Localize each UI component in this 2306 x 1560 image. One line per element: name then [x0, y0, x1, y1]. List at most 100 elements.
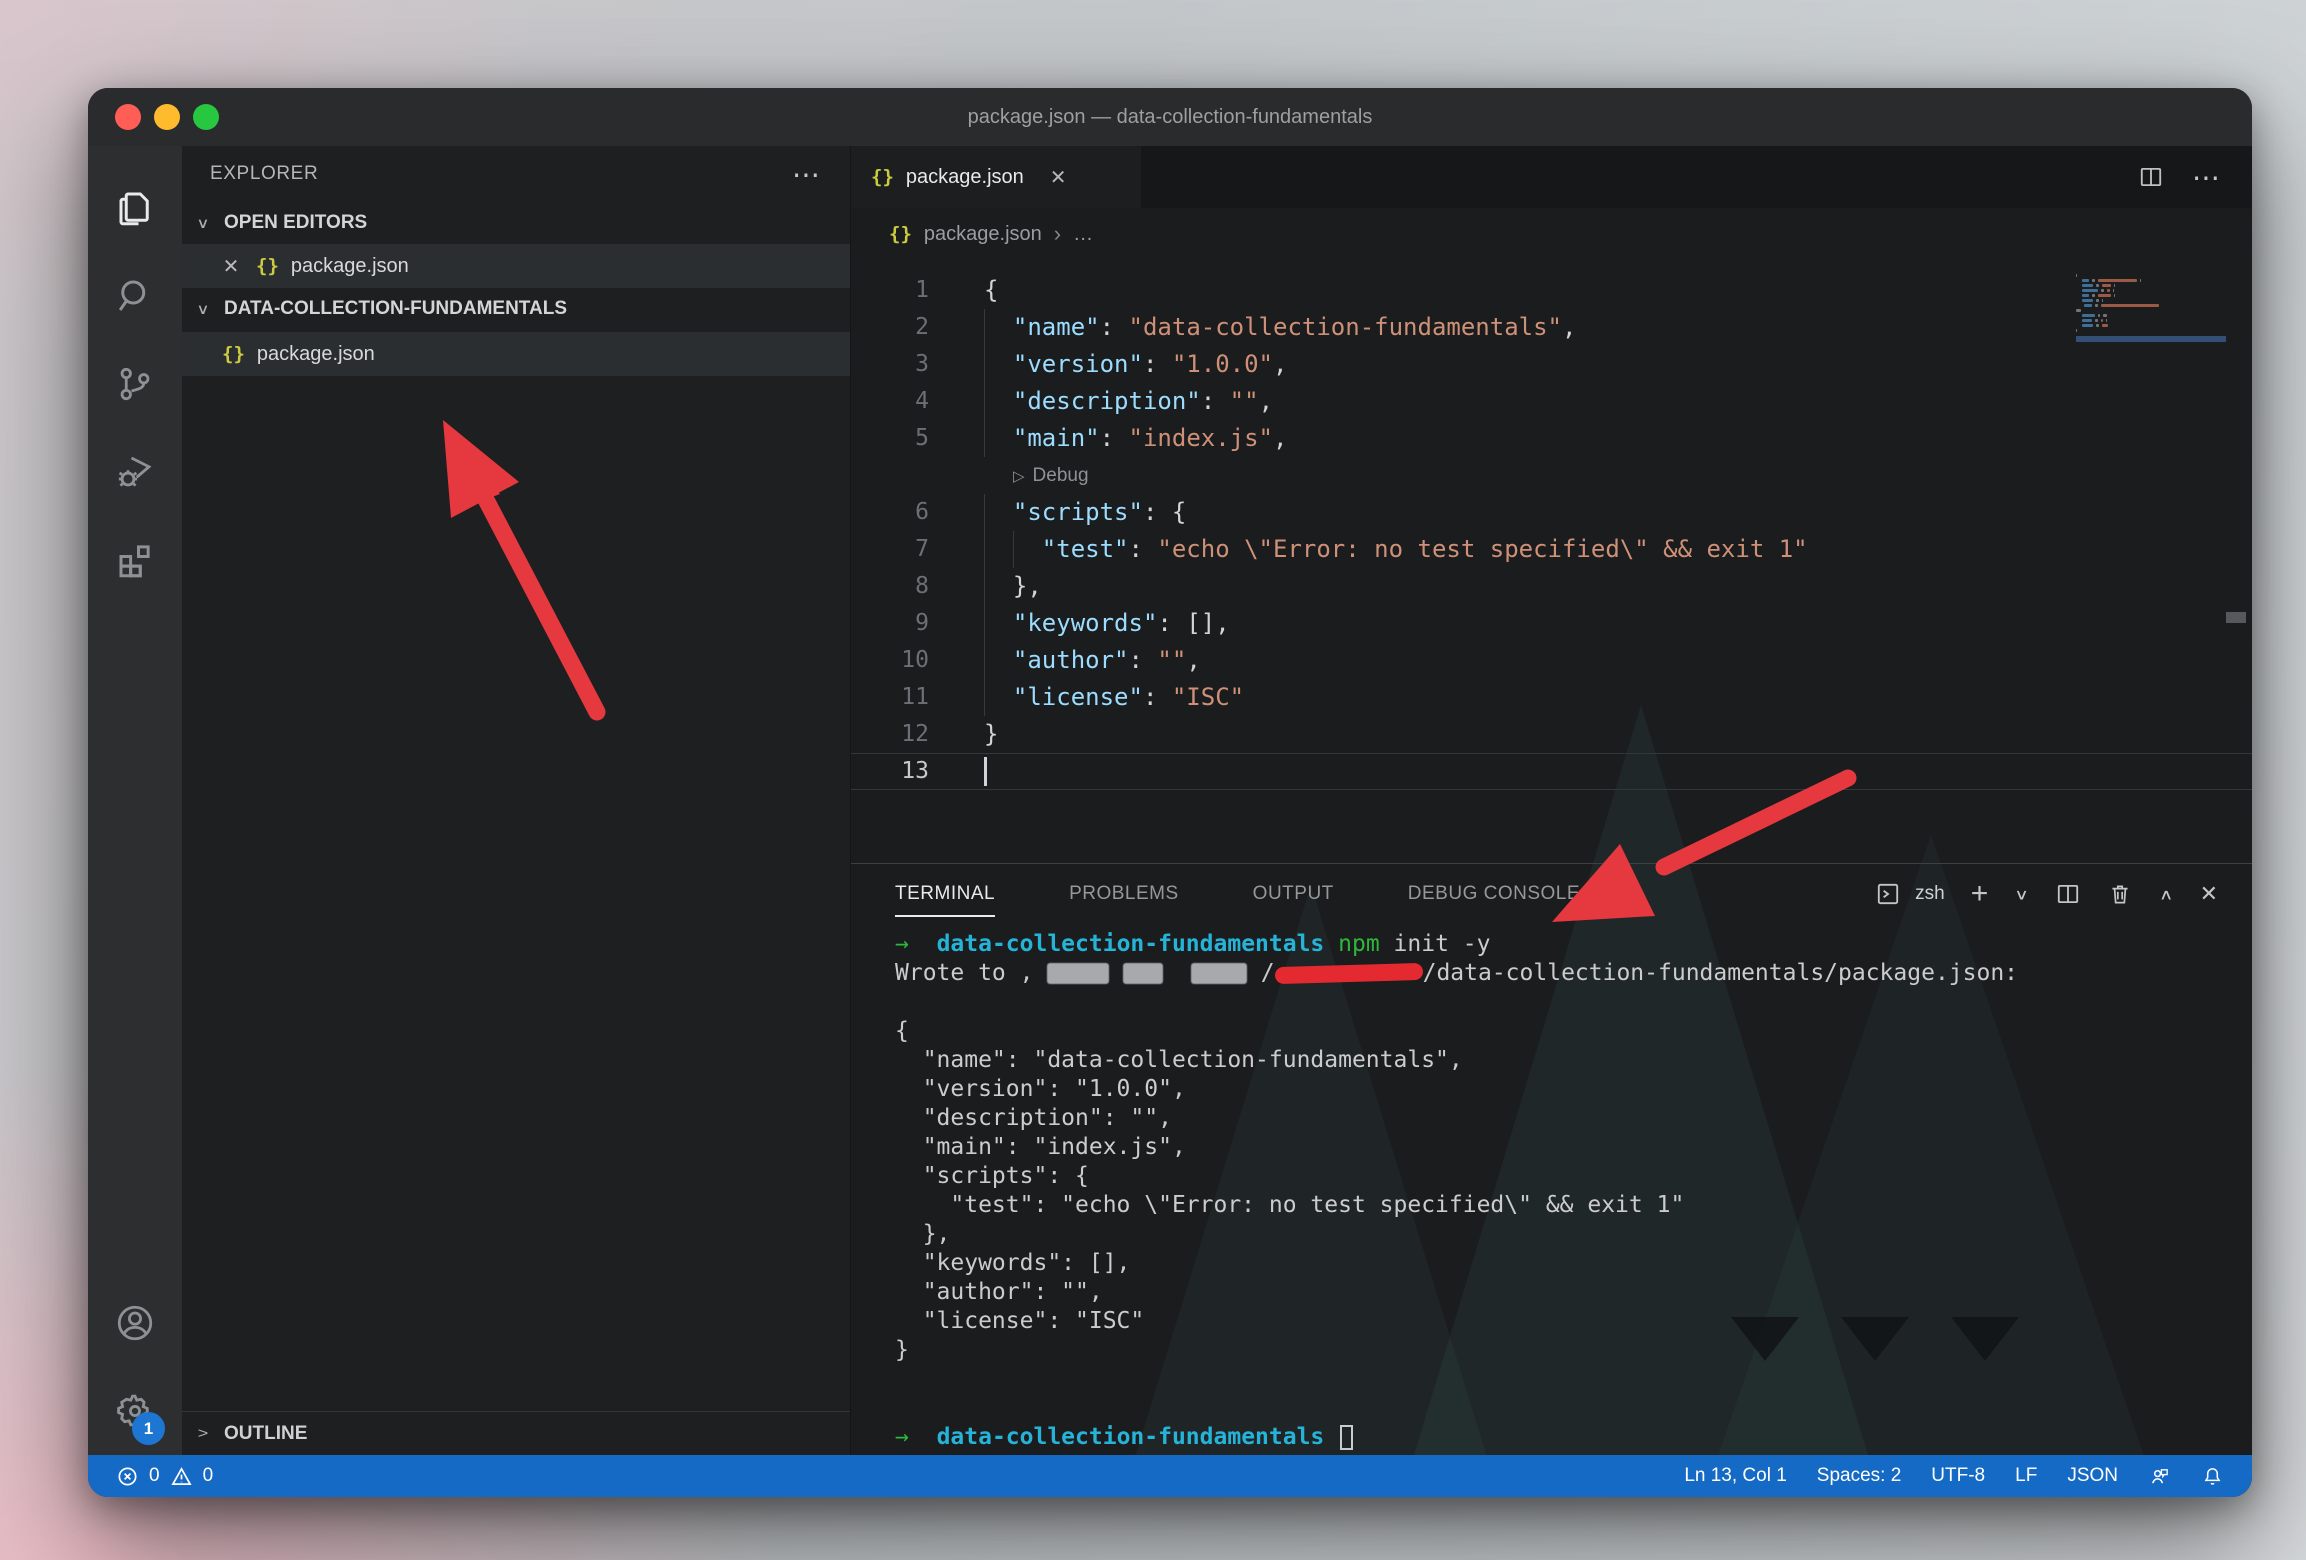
explorer-icon[interactable]	[103, 164, 167, 252]
settings-gear-icon[interactable]: 1	[103, 1367, 167, 1455]
codelens-debug[interactable]: ▷Debug	[851, 457, 2252, 494]
chevron-down-icon: ∨	[192, 301, 214, 318]
code-line-2[interactable]: 2 "name": "data-collection-fundamentals"…	[851, 309, 2252, 346]
file-item-package-json[interactable]: {} package.json	[182, 332, 850, 376]
terminal-line: "license": "ISC"	[895, 1307, 2252, 1336]
maximize-panel-icon[interactable]: ∧	[2159, 885, 2174, 903]
encoding[interactable]: UTF-8	[1931, 1465, 1985, 1487]
tab-close-icon[interactable]: ✕	[1050, 165, 1067, 190]
terminal-dropdown-icon[interactable]: ∨	[2014, 885, 2029, 903]
tab-output[interactable]: OUTPUT	[1253, 883, 1334, 905]
close-panel-icon[interactable]: ✕	[2200, 881, 2218, 907]
notifications-bell-icon[interactable]	[2201, 1465, 2224, 1488]
terminal-line: },	[895, 1220, 2252, 1249]
split-editor-icon[interactable]	[2138, 164, 2164, 190]
json-file-icon: {}	[871, 166, 894, 188]
open-editor-file-label: package.json	[291, 255, 409, 278]
open-editors-label: OPEN EDITORS	[224, 212, 367, 234]
code-line-12[interactable]: 12}	[851, 716, 2252, 753]
editor-column: {} package.json ✕ ⋯ {} package.json › …	[850, 146, 2252, 1455]
code-editor[interactable]: 1{2 "name": "data-collection-fundamental…	[851, 260, 2252, 863]
open-editor-item-package-json[interactable]: ✕ {} package.json	[182, 244, 850, 288]
breadcrumb-more[interactable]: …	[1073, 223, 1093, 246]
code-line-8[interactable]: 8 },	[851, 568, 2252, 605]
terminal-line: → data-collection-fundamentals npm init …	[895, 930, 2252, 959]
terminal-line	[895, 1394, 2252, 1423]
terminal-line: "main": "index.js",	[895, 1133, 2252, 1162]
code-line-3[interactable]: 3 "version": "1.0.0",	[851, 346, 2252, 383]
terminal-line: "author": "",	[895, 1278, 2252, 1307]
feedback-icon[interactable]	[2148, 1465, 2171, 1488]
cursor-position[interactable]: Ln 13, Col 1	[1684, 1465, 1786, 1487]
open-editors-section-header[interactable]: ∨ OPEN EDITORS	[182, 202, 850, 244]
chevron-down-icon: ∨	[192, 215, 214, 232]
split-terminal-icon[interactable]	[2055, 881, 2081, 907]
new-terminal-icon[interactable]: +	[1971, 877, 1989, 911]
editor-actions: ⋯	[2138, 146, 2252, 208]
error-icon	[116, 1465, 139, 1488]
editor-more-actions-icon[interactable]: ⋯	[2192, 161, 2222, 194]
tab-debug-console[interactable]: DEBUG CONSOLE	[1408, 883, 1580, 905]
json-file-icon: {}	[222, 343, 245, 365]
explorer-sidebar: EXPLORER ⋯ ∨ OPEN EDITORS ✕ {} package.j…	[182, 146, 850, 1455]
title-bar: package.json — data-collection-fundament…	[88, 88, 2252, 146]
tab-problems[interactable]: PROBLEMS	[1069, 883, 1179, 905]
terminal-content[interactable]: → data-collection-fundamentals npm init …	[851, 924, 2252, 1455]
workspace-folder-label: DATA-COLLECTION-FUNDAMENTALS	[224, 298, 567, 320]
explorer-title: EXPLORER	[210, 163, 792, 185]
indentation[interactable]: Spaces: 2	[1817, 1465, 1902, 1487]
code-line-13[interactable]: 13	[851, 753, 2252, 790]
terminal-line: "keywords": [],	[895, 1249, 2252, 1278]
terminal-actions: zsh + ∨ ∧ ✕	[1875, 877, 2252, 911]
code-line-10[interactable]: 10 "author": "",	[851, 642, 2252, 679]
terminal-line: "name": "data-collection-fundamentals",	[895, 1046, 2252, 1075]
breadcrumb-separator-icon: ›	[1054, 221, 1061, 247]
json-file-icon: {}	[256, 255, 279, 277]
run-debug-icon[interactable]	[103, 428, 167, 516]
error-count: 0	[149, 1465, 160, 1487]
language-mode[interactable]: JSON	[2067, 1465, 2118, 1487]
search-icon[interactable]	[103, 252, 167, 340]
code-line-11[interactable]: 11 "license": "ISC"	[851, 679, 2252, 716]
bottom-panel: TERMINAL PROBLEMS OUTPUT DEBUG CONSOLE z…	[851, 863, 2252, 1455]
warning-count: 0	[203, 1465, 214, 1487]
terminal-line: "version": "1.0.0",	[895, 1075, 2252, 1104]
status-bar: 0 0 Ln 13, Col 1 Spaces: 2 UTF-8 LF JSON	[88, 1455, 2252, 1497]
close-editor-icon[interactable]: ✕	[218, 254, 244, 279]
terminal-line: }	[895, 1336, 2252, 1365]
workspace-section-header[interactable]: ∨ DATA-COLLECTION-FUNDAMENTALS	[182, 288, 850, 330]
explorer-more-actions-icon[interactable]: ⋯	[792, 158, 822, 191]
code-line-7[interactable]: 7 "test": "echo \"Error: no test specifi…	[851, 531, 2252, 568]
terminal-line	[895, 1365, 2252, 1394]
activity-bar: 1	[88, 146, 182, 1455]
outline-section-header[interactable]: > OUTLINE	[182, 1411, 850, 1455]
code-line-9[interactable]: 9 "keywords": [],	[851, 605, 2252, 642]
tab-package-json[interactable]: {} package.json ✕	[851, 146, 1141, 208]
kill-terminal-trash-icon[interactable]	[2107, 881, 2133, 907]
breadcrumb[interactable]: {} package.json › …	[851, 208, 2252, 260]
panel-tab-bar: TERMINAL PROBLEMS OUTPUT DEBUG CONSOLE z…	[851, 864, 2252, 924]
terminal-icon	[1875, 881, 1901, 907]
file-item-label: package.json	[257, 343, 375, 366]
source-control-icon[interactable]	[103, 340, 167, 428]
scrollbar-handle[interactable]	[2226, 612, 2246, 623]
code-line-1[interactable]: 1{	[851, 272, 2252, 309]
code-line-5[interactable]: 5 "main": "index.js",	[851, 420, 2252, 457]
outline-label: OUTLINE	[224, 1423, 307, 1445]
extensions-icon[interactable]	[103, 516, 167, 604]
problems-status[interactable]: 0 0	[116, 1465, 213, 1488]
editor-tab-bar: {} package.json ✕ ⋯	[851, 146, 2252, 208]
terminal-line: "scripts": {	[895, 1162, 2252, 1191]
breadcrumb-file[interactable]: package.json	[924, 223, 1042, 246]
warning-icon	[170, 1465, 193, 1488]
tab-label: package.json	[906, 166, 1024, 189]
minimap[interactable]	[2076, 274, 2226, 342]
account-icon[interactable]	[103, 1279, 167, 1367]
eol-sequence[interactable]: LF	[2015, 1465, 2037, 1487]
settings-badge: 1	[132, 1412, 165, 1445]
terminal-line: Wrote to , //data-collection-fundamental…	[895, 959, 2252, 988]
chevron-right-icon: >	[192, 1425, 214, 1442]
code-line-4[interactable]: 4 "description": "",	[851, 383, 2252, 420]
tab-terminal[interactable]: TERMINAL	[895, 883, 995, 905]
code-line-6[interactable]: 6 "scripts": {	[851, 494, 2252, 531]
